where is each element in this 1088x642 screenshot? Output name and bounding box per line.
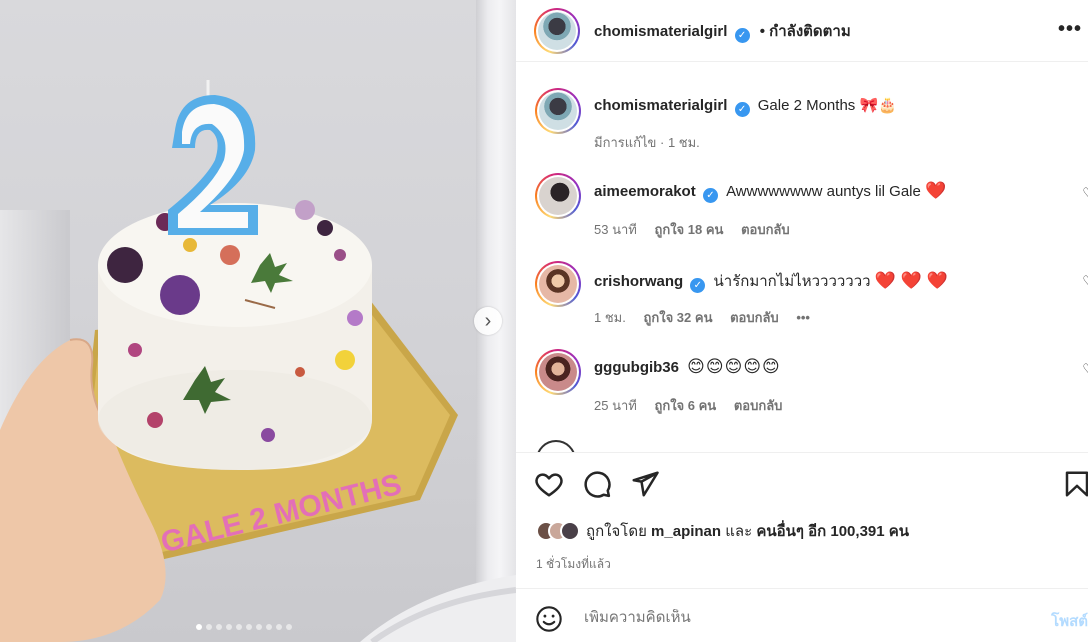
cake-photo: GALE 2 MONTHS [0, 80, 516, 642]
follow-status[interactable]: • กำลังติดตาม [760, 23, 851, 40]
liker-username[interactable]: m_apinan [651, 523, 721, 540]
likes-summary: ถูกใจโดย m_apinan และ คนอื่นๆ อีก 100,39… [536, 519, 909, 543]
likes-others[interactable]: คนอื่นๆ อีก 100,391 คน [756, 523, 909, 540]
comment-line: gggubgib36 😊😊😊😊😊 [594, 357, 781, 377]
comment-text: 😊😊😊😊😊 [687, 357, 781, 376]
carousel-dot [256, 624, 262, 630]
comment-likes[interactable]: ถูกใจ 32 คน [643, 310, 712, 325]
liker-avatar[interactable] [560, 521, 580, 541]
next-slide-button[interactable]: › [474, 307, 502, 335]
comment-username[interactable]: aimeemorakot [594, 183, 696, 200]
reply-button[interactable]: ตอบกลับ [734, 398, 783, 413]
comment-time: 1 ชม. [594, 310, 626, 325]
author-avatar[interactable] [534, 8, 580, 54]
carousel-dot [276, 624, 282, 630]
comment-input[interactable] [584, 609, 1024, 626]
comment-options-icon[interactable]: ••• [796, 310, 810, 325]
post-media[interactable]: GALE 2 MONTHS › [0, 0, 516, 642]
comment-line: aimeemorakot ✓ Awwwwwwww auntys lil Gale… [594, 181, 946, 203]
comment-likes[interactable]: ถูกใจ 6 คน [654, 398, 716, 413]
carousel-dot [236, 624, 242, 630]
post-comment-button[interactable]: โพสต์ [1051, 609, 1088, 633]
caption-line: chomismaterialgirl ✓ Gale 2 Months 🎀🎂 [594, 96, 897, 117]
comment-icon[interactable] [582, 469, 612, 499]
carousel-dot [226, 624, 232, 630]
comment-text: Awwwwwwww auntys lil Gale [726, 183, 921, 200]
author-username[interactable]: chomismaterialgirl [594, 23, 727, 40]
author-row: chomismaterialgirl ✓ • กำลังติดตาม [594, 19, 851, 43]
comment-item-partial [536, 440, 576, 452]
post-actions: ถูกใจโดย m_apinan และ คนอื่นๆ อีก 100,39… [516, 452, 1088, 588]
author-avatar[interactable] [535, 88, 581, 134]
commenter-avatar[interactable] [535, 261, 581, 307]
post-header: chomismaterialgirl ✓ • กำลังติดตาม ••• [516, 0, 1088, 62]
chevron-right-icon: › [484, 309, 492, 332]
post-panel: chomismaterialgirl ✓ • กำลังติดตาม ••• c… [516, 0, 1088, 642]
share-icon[interactable] [630, 469, 660, 499]
commenter-avatar[interactable] [535, 349, 581, 395]
reply-button[interactable]: ตอบกลับ [741, 222, 790, 237]
comment-username[interactable]: crishorwang [594, 273, 683, 290]
carousel-dot [216, 624, 222, 630]
verified-icon: ✓ [690, 278, 706, 293]
emoji-icon[interactable] [535, 605, 563, 633]
commenter-avatar[interactable] [535, 173, 581, 219]
post-timestamp[interactable]: 1 ชั่วโมงที่แล้ว [536, 555, 611, 574]
verified-icon: ✓ [734, 28, 750, 43]
caption-username[interactable]: chomismaterialgirl [594, 97, 727, 114]
comment-likes[interactable]: ถูกใจ 18 คน [654, 222, 723, 237]
comment-time: 53 นาที [594, 222, 637, 237]
carousel-dot [206, 624, 212, 630]
likes-prefix: ถูกใจโดย [586, 523, 647, 540]
verified-icon: ✓ [702, 188, 718, 203]
like-comment-icon[interactable]: ♡ [1082, 273, 1088, 289]
heart-icon[interactable] [534, 469, 564, 499]
comment-username[interactable]: gggubgib36 [594, 359, 679, 376]
carousel-dot [286, 624, 292, 630]
add-comment-bar: โพสต์ [516, 588, 1088, 642]
comment-time: 25 นาที [594, 398, 637, 413]
carousel-indicator [196, 624, 292, 630]
carousel-dot [266, 624, 272, 630]
like-comment-icon[interactable]: ♡ [1082, 185, 1088, 201]
comment-text: น่ารักมากไม่ไหววววววว [713, 273, 871, 290]
comment-meta: 1 ชม. ถูกใจ 32 คน ตอบกลับ ••• [594, 307, 824, 328]
comment-meta: 53 นาที ถูกใจ 18 คน ตอบกลับ [594, 219, 804, 240]
bookmark-icon[interactable] [1062, 469, 1088, 499]
likes-joiner: และ [725, 523, 753, 540]
comment-meta: 25 นาที ถูกใจ 6 คน ตอบกลับ [594, 395, 796, 416]
caption-text: Gale 2 Months 🎀🎂 [757, 97, 897, 114]
heart-emoji: ❤️ ❤️ ❤️ [874, 271, 948, 290]
more-options-icon[interactable]: ••• [1058, 18, 1082, 41]
carousel-dot [246, 624, 252, 630]
verified-icon: ✓ [734, 102, 750, 117]
reply-button[interactable]: ตอบกลับ [730, 310, 779, 325]
comment-line: crishorwang ✓ น่ารักมากไม่ไหววววววว ❤️ ❤… [594, 269, 948, 293]
like-comment-icon[interactable]: ♡ [1082, 361, 1088, 377]
carousel-dot [196, 624, 202, 630]
heart-emoji: ❤️ [925, 181, 947, 200]
caption-meta: มีการแก้ไข · 1 ชม. [594, 135, 700, 150]
